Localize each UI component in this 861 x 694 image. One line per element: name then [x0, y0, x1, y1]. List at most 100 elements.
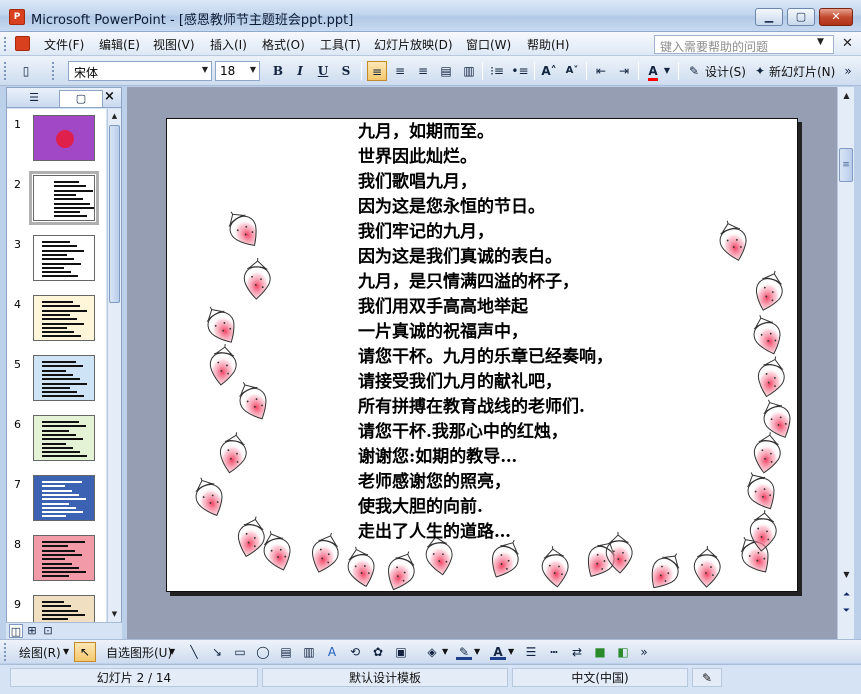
font-size-select[interactable]: 18 ▼: [215, 61, 260, 81]
slide-thumbnail[interactable]: [29, 171, 99, 225]
menu-slideshow[interactable]: 幻灯片放映(D): [374, 36, 453, 53]
document-icon[interactable]: [15, 36, 30, 51]
chevron-down-icon[interactable]: ▼: [662, 61, 672, 81]
select-objects-icon[interactable]: ↖: [74, 642, 96, 662]
menu-edit[interactable]: 编辑(E): [99, 36, 140, 53]
line-icon[interactable]: ╲: [186, 644, 202, 660]
clipart-icon[interactable]: ✿: [370, 644, 386, 660]
toolbar-grip[interactable]: [52, 62, 55, 80]
tab-slides[interactable]: ▢: [59, 90, 103, 107]
slide-thumbnail[interactable]: [33, 295, 95, 341]
arrow-style-icon[interactable]: ⇄: [569, 644, 585, 660]
menu-insert[interactable]: 插入(I): [210, 36, 247, 53]
scroll-up-icon[interactable]: ▲: [108, 109, 121, 123]
design-icon[interactable]: ✎: [684, 61, 704, 81]
slide-thumbnail-row[interactable]: 9: [7, 593, 106, 622]
chevron-down-icon[interactable]: ▼: [508, 647, 514, 656]
vertical-textbox-icon[interactable]: ▥: [301, 644, 317, 660]
menu-file[interactable]: 文件(F): [44, 36, 84, 53]
distribute-button[interactable]: ▤: [436, 61, 456, 81]
normal-view-icon[interactable]: ◫: [9, 624, 23, 638]
status-design-template[interactable]: 默认设计模板: [262, 668, 508, 687]
new-slide-icon[interactable]: ✦: [750, 61, 770, 81]
shrink-font-button[interactable]: A˅: [562, 61, 582, 81]
toolbar-grip[interactable]: [4, 62, 7, 80]
toolbar-grip[interactable]: [4, 643, 7, 661]
scroll-down-icon[interactable]: ▼: [108, 607, 121, 621]
scroll-up-icon[interactable]: ▲: [839, 88, 854, 104]
bold-button[interactable]: B: [268, 61, 288, 81]
align-right-button[interactable]: ≡: [413, 61, 433, 81]
help-search-input[interactable]: 键入需要帮助的问题: [654, 35, 834, 54]
chevron-down-icon[interactable]: ▼: [169, 647, 175, 656]
slide-thumbnail[interactable]: [33, 535, 95, 581]
slide-thumbnail-row[interactable]: 6: [7, 413, 106, 471]
status-language[interactable]: 中文(中国): [512, 668, 688, 687]
new-document-icon[interactable]: ▯: [16, 61, 36, 81]
scroll-down-icon[interactable]: ▼: [839, 567, 854, 583]
dash-style-icon[interactable]: ┅: [546, 644, 562, 660]
chevron-down-icon[interactable]: ▼: [442, 647, 448, 656]
picture-icon[interactable]: ▣: [393, 644, 409, 660]
autoshapes-button[interactable]: 自选图形(U): [106, 644, 172, 661]
slide-canvas[interactable]: 九月，如期而至。 世界因此灿烂。 我们歌唱九月， 因为这是您永恒的节日。 我们牢记的九月…: [166, 118, 798, 592]
menu-format[interactable]: 格式(O): [262, 36, 305, 53]
draw-menu-button[interactable]: 绘图(R): [19, 644, 61, 661]
menu-window[interactable]: 窗口(W): [466, 36, 511, 53]
slide-sorter-icon[interactable]: ⊞: [25, 624, 39, 638]
arrow-icon[interactable]: ↘: [209, 644, 225, 660]
bullets-button[interactable]: •≡: [510, 61, 530, 81]
align-left-button[interactable]: ≡: [367, 61, 387, 81]
menu-view[interactable]: 视图(V): [153, 36, 195, 53]
wordart-icon[interactable]: A: [324, 644, 340, 660]
line-style-icon[interactable]: ☰: [523, 644, 539, 660]
menu-tools[interactable]: 工具(T): [320, 36, 361, 53]
slide-thumbnail[interactable]: [33, 415, 95, 461]
oval-icon[interactable]: ◯: [255, 644, 271, 660]
slides-pane-scrollbar[interactable]: ▲ ▼: [107, 109, 121, 622]
slide-thumbnail[interactable]: [33, 235, 95, 281]
tab-outline[interactable]: ☰: [11, 90, 57, 107]
diagram-icon[interactable]: ⟲: [347, 644, 363, 660]
shadow-button[interactable]: S: [336, 61, 356, 81]
toolbar-grip[interactable]: [4, 37, 7, 51]
columns-button[interactable]: ▥: [459, 61, 479, 81]
slide-thumbnail-row[interactable]: 2: [7, 171, 106, 231]
textbox-icon[interactable]: ▤: [278, 644, 294, 660]
pane-close-button[interactable]: ×: [104, 89, 115, 104]
slide-thumbnail-row[interactable]: 8: [7, 533, 106, 591]
font-color-icon[interactable]: A: [490, 644, 506, 660]
slide-thumbnail[interactable]: [33, 475, 95, 521]
chevron-down-icon[interactable]: ▼: [817, 37, 824, 47]
rectangle-icon[interactable]: ▭: [232, 644, 248, 660]
toolbar-options-icon[interactable]: »: [841, 61, 855, 81]
underline-button[interactable]: U: [313, 61, 333, 81]
menu-help[interactable]: 帮助(H): [527, 36, 569, 53]
previous-slide-icon[interactable]: ⏶: [839, 587, 854, 603]
chevron-down-icon[interactable]: ▼: [63, 647, 69, 656]
numbering-button[interactable]: ⁝≡: [487, 61, 507, 81]
slide-thumbnail-row[interactable]: 5: [7, 353, 106, 411]
new-slide-button[interactable]: 新幻灯片(N): [769, 63, 835, 80]
italic-button[interactable]: I: [290, 61, 310, 81]
chevron-down-icon[interactable]: ▼: [202, 65, 208, 74]
slide-thumbnail-row[interactable]: 7: [7, 473, 106, 531]
design-button[interactable]: 设计(S): [705, 63, 746, 80]
grow-font-button[interactable]: A˄: [539, 61, 559, 81]
chevron-down-icon[interactable]: ▼: [250, 65, 256, 74]
slide-text-box[interactable]: 九月，如期而至。 世界因此灿烂。 我们歌唱九月， 因为这是您永恒的节日。 我们牢记的九月…: [358, 120, 797, 545]
increase-indent-button[interactable]: ⇥: [614, 61, 634, 81]
line-color-icon[interactable]: ✎: [456, 644, 472, 660]
font-name-select[interactable]: 宋体 ▼: [68, 61, 212, 81]
shadow-style-icon[interactable]: ■: [592, 644, 608, 660]
slideshow-icon[interactable]: ⊡: [41, 624, 55, 638]
slide-thumbnail-row[interactable]: 4: [7, 293, 106, 351]
next-slide-icon[interactable]: ⏷: [839, 603, 854, 619]
decrease-indent-button[interactable]: ⇤: [591, 61, 611, 81]
spell-check-icon[interactable]: ✎: [692, 668, 722, 687]
slide-thumbnail[interactable]: [33, 595, 95, 622]
font-color-button[interactable]: A: [643, 61, 663, 81]
slide-thumbnail[interactable]: [33, 355, 95, 401]
slide-thumbnail[interactable]: [33, 115, 95, 161]
3d-style-icon[interactable]: ◧: [615, 644, 631, 660]
